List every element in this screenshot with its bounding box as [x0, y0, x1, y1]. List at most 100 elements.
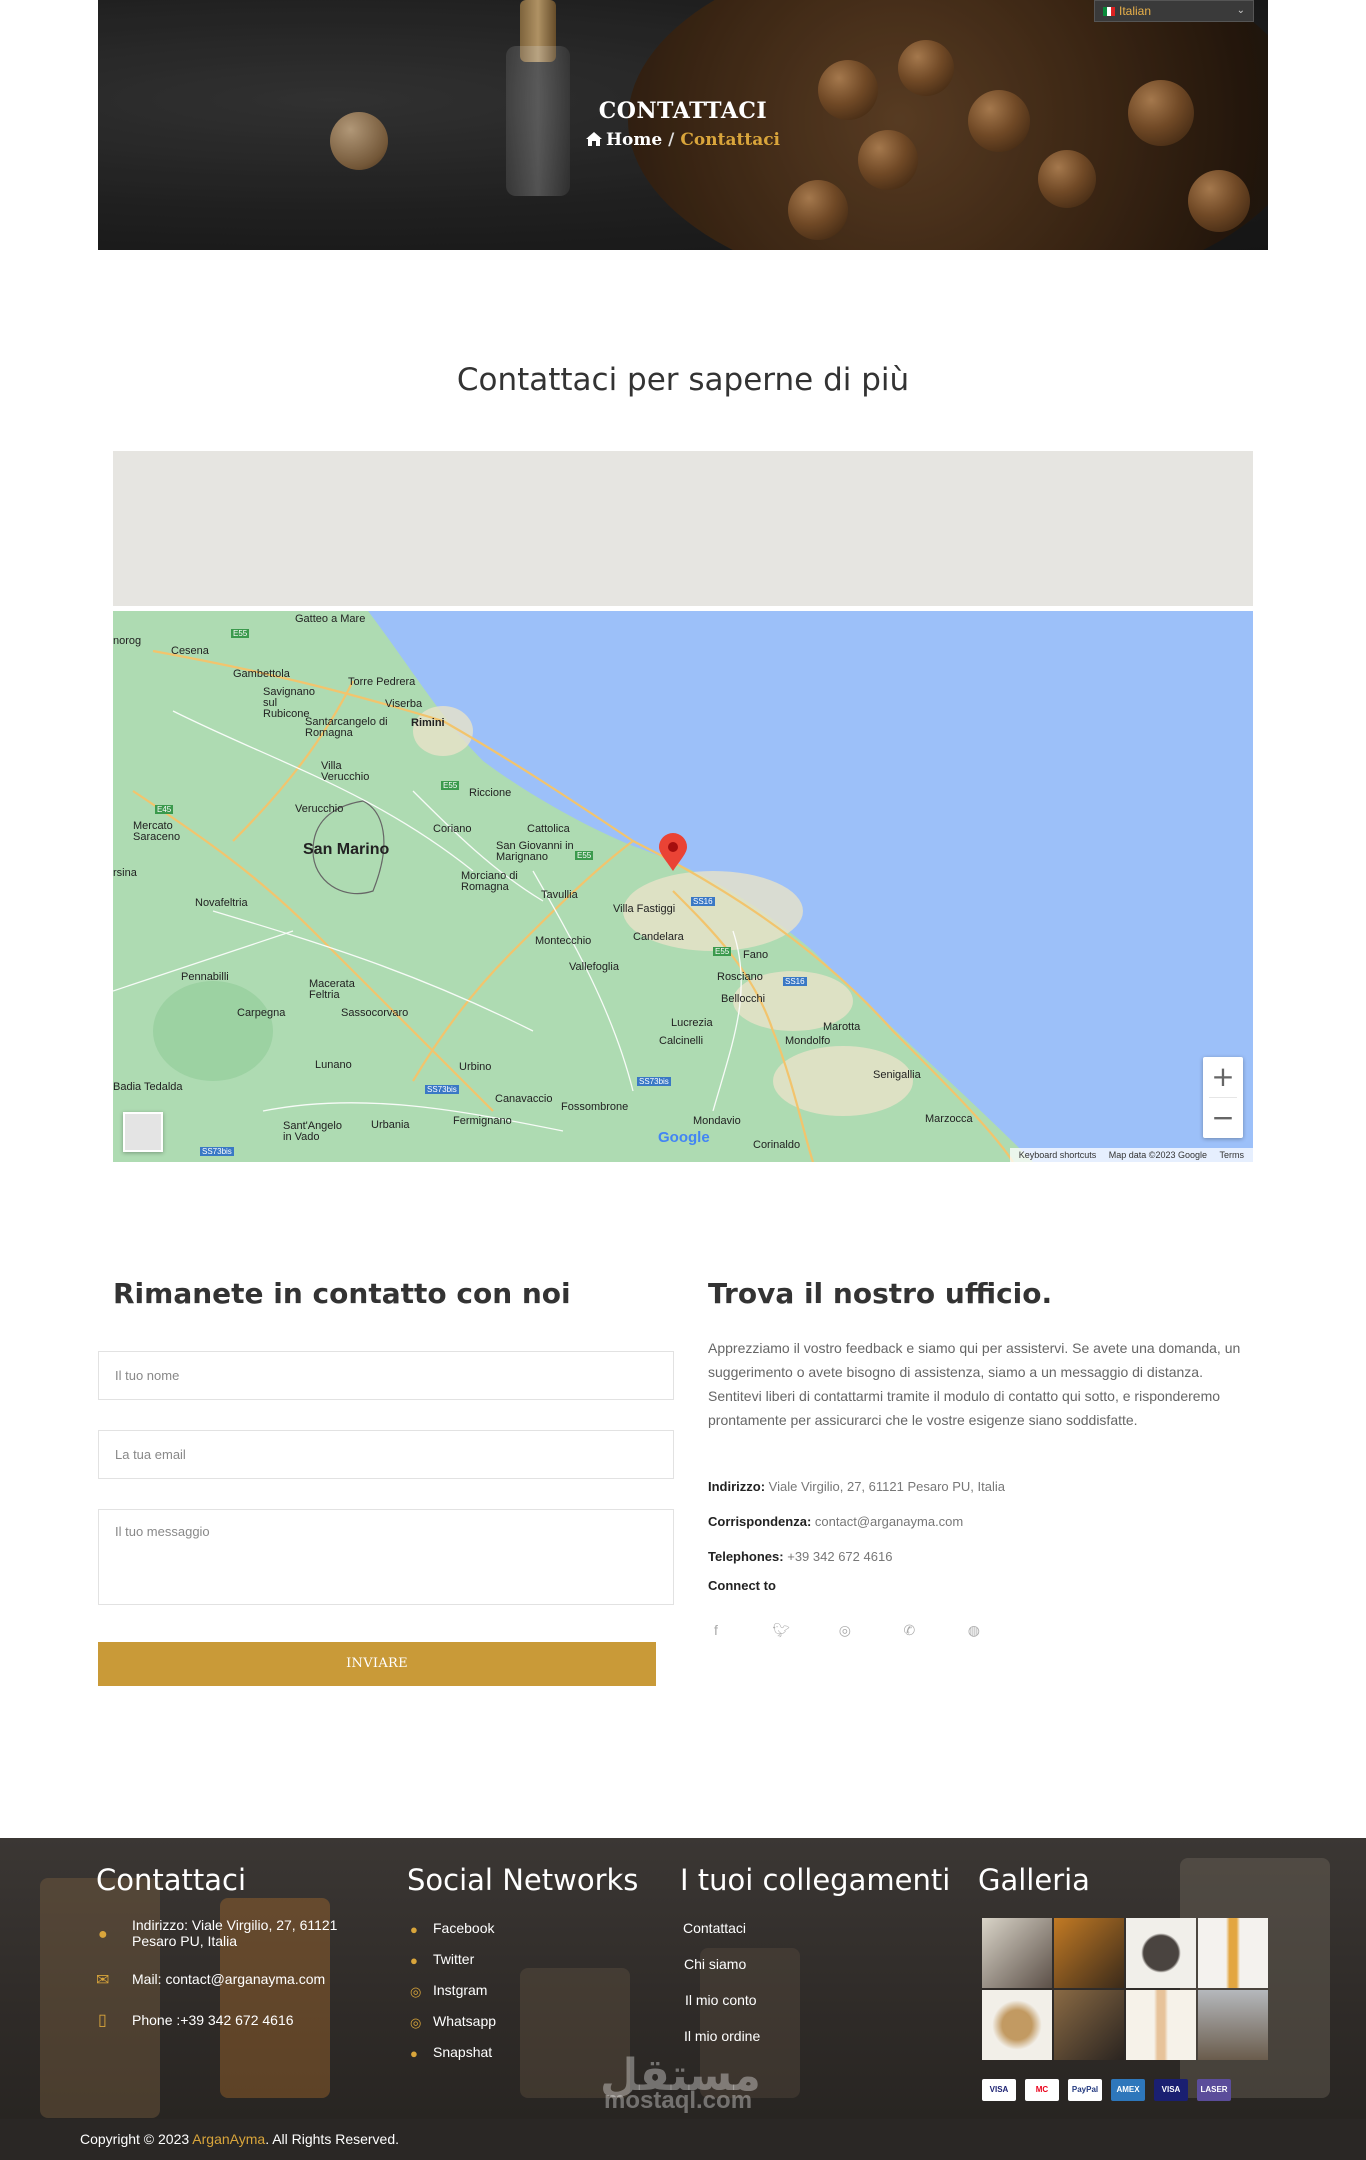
office-phone-label: Telephones:: [708, 1549, 784, 1564]
map-label: norog: [113, 635, 142, 647]
footer-link-contact[interactable]: Contattaci: [683, 1920, 746, 1936]
gallery-thumbnail[interactable]: [1126, 1918, 1196, 1988]
map-label: Marzocca: [925, 1113, 973, 1125]
name-input[interactable]: Il tuo nome: [98, 1351, 674, 1400]
footer-social-twitter[interactable]: Twitter: [433, 1951, 474, 1967]
message-textarea[interactable]: Il tuo messaggio: [98, 1509, 674, 1605]
map-label: Tavullia: [541, 889, 578, 901]
map-label: Cesena: [171, 645, 209, 657]
footer-link-account[interactable]: Il mio conto: [685, 1992, 757, 2008]
office-address: Indirizzo: Viale Virgilio, 27, 61121 Pes…: [708, 1479, 1005, 1494]
gallery-thumbnail[interactable]: [1054, 1918, 1124, 1988]
page-title: CONTATTACI: [598, 98, 768, 124]
map-label: Morciano di Romagna: [461, 870, 518, 893]
italy-flag-icon: [1103, 7, 1115, 16]
map-data-text: Map data ©2023 Google: [1108, 1150, 1207, 1160]
snapchat-icon: ●: [410, 2046, 418, 2061]
road-shield: E55: [575, 851, 594, 860]
facebook-icon[interactable]: f: [708, 1622, 724, 1638]
road-shield: SS73bis: [425, 1085, 459, 1094]
footer-social-instagram[interactable]: Instgram: [433, 1982, 487, 1998]
map-label: Lunano: [315, 1059, 352, 1071]
footer-link-orders[interactable]: Il mio ordine: [684, 2028, 760, 2044]
map-label: Carpegna: [237, 1007, 286, 1019]
site-footer: Contattaci ● Indirizzo: Viale Virgilio, …: [0, 1838, 1366, 2119]
breadcrumb-separator: /: [668, 130, 675, 150]
watermark-text: mostaql.com: [604, 2087, 753, 2114]
footer-social-whatsapp[interactable]: Whatsapp: [433, 2013, 496, 2029]
breadcrumb-home-link[interactable]: Home: [606, 130, 662, 150]
map-label: Rimini: [411, 717, 445, 729]
email-input[interactable]: La tua email: [98, 1430, 674, 1479]
map-label: Gatteo a Mare: [295, 613, 366, 625]
map-label: Villa Verucchio: [321, 760, 370, 783]
road-shield: E55: [231, 629, 250, 638]
map-label: Marotta: [823, 1021, 861, 1033]
gallery-thumbnail[interactable]: [1198, 1990, 1268, 2060]
snapchat-icon[interactable]: ◍: [966, 1622, 982, 1638]
footer-gallery-title: Galleria: [978, 1863, 1090, 1897]
map-label: Fermignano: [453, 1115, 512, 1127]
office-phone-value[interactable]: +39 342 672 4616: [787, 1549, 892, 1564]
send-button[interactable]: INVIARE: [98, 1642, 656, 1686]
twitter-icon[interactable]: 🐦︎: [772, 1622, 790, 1638]
footer-mail[interactable]: Mail: contact@arganayma.com: [132, 1971, 325, 1987]
office-description: Apprezziamo il vostro feedback e siamo q…: [708, 1340, 1241, 1428]
footer-gallery: [982, 1918, 1268, 2062]
section-heading: Contattaci per saperne di più: [456, 362, 910, 398]
map-label: Santarcangelo di Romagna: [305, 716, 388, 739]
footer-address-line1: Indirizzo: Viale Virgilio, 27, 61121: [132, 1917, 338, 1933]
map-label: Mondavio: [693, 1115, 741, 1127]
gallery-thumbnail[interactable]: [982, 1918, 1052, 1988]
map-type-toggle[interactable]: [123, 1112, 163, 1152]
visa-electron-icon: VISA: [1154, 2079, 1188, 2101]
office-title: Trova il nostro ufficio.: [708, 1277, 1053, 1310]
office-mail-value[interactable]: contact@arganayma.com: [815, 1514, 963, 1529]
breadcrumb-current: Contattaci: [680, 130, 781, 150]
zoom-in-button[interactable]: +: [1203, 1057, 1243, 1097]
chevron-down-icon: ⌄: [1236, 5, 1245, 16]
location-pin-icon: ●: [98, 1926, 108, 1943]
office-phone: Telephones: +39 342 672 4616: [708, 1549, 892, 1564]
road-shield: SS16: [691, 897, 715, 906]
map-label: Pennabilli: [181, 971, 229, 983]
copyright-prefix: Copyright © 2023: [80, 2131, 193, 2147]
footer-phone[interactable]: Phone :+39 342 672 4616: [132, 2012, 294, 2028]
footer-social-snapchat[interactable]: Snapshat: [433, 2044, 492, 2060]
gallery-thumbnail[interactable]: [1126, 1990, 1196, 2060]
gallery-thumbnail[interactable]: [1054, 1990, 1124, 2060]
keyboard-shortcuts-link[interactable]: Keyboard shortcuts: [1019, 1150, 1097, 1160]
footer-social-title: Social Networks: [407, 1863, 639, 1897]
gallery-thumbnail[interactable]: [982, 1990, 1052, 2060]
copyright-suffix: . All Rights Reserved.: [265, 2131, 400, 2147]
google-logo: Google: [658, 1129, 710, 1146]
map-label: Coriano: [433, 823, 472, 835]
office-mail-label: Corrispondenza:: [708, 1514, 812, 1529]
map-label: Vallefoglia: [569, 961, 619, 973]
footer-contact-title: Contattaci: [96, 1863, 247, 1897]
footer-address: Indirizzo: Viale Virgilio, 27, 61121 Pes…: [132, 1917, 337, 1949]
terms-link[interactable]: Terms: [1220, 1150, 1245, 1160]
visa-icon: VISA: [982, 2079, 1016, 2101]
zoom-out-button[interactable]: −: [1203, 1098, 1243, 1138]
google-map[interactable]: Gatteo a Mare norog Cesena Gambettola To…: [113, 611, 1253, 1162]
page-hero-banner: CONTATTACI Home / Contattaci Italian ⌄: [98, 0, 1268, 250]
map-attribution: Keyboard shortcuts Map data ©2023 Google…: [1009, 1148, 1253, 1162]
office-address-value: Viale Virgilio, 27, 61121 Pesaro PU, Ita…: [768, 1479, 1005, 1494]
road-shield: E55: [441, 781, 460, 790]
zoom-control: + −: [1203, 1057, 1243, 1138]
footer-social-facebook[interactable]: Facebook: [433, 1920, 494, 1936]
copyright-brand-link[interactable]: ArganAyma: [192, 2131, 265, 2147]
whatsapp-icon[interactable]: ✆: [901, 1622, 917, 1638]
language-selector[interactable]: Italian ⌄: [1094, 0, 1254, 22]
whatsapp-icon: ◎: [410, 2015, 422, 2030]
footer-link-about[interactable]: Chi siamo: [684, 1956, 746, 1972]
mastercard-icon: MC: [1025, 2079, 1059, 2101]
contact-form-title: Rimanete in contatto con noi: [113, 1277, 571, 1310]
map-label: Fossombrone: [561, 1101, 629, 1113]
map-label: Canavaccio: [495, 1093, 553, 1105]
social-links: f 🐦︎ ◎ ✆ ◍: [708, 1622, 1026, 1640]
instagram-icon[interactable]: ◎: [837, 1622, 853, 1638]
map-label: Macerata Feltria: [309, 978, 355, 1001]
gallery-thumbnail[interactable]: [1198, 1918, 1268, 1988]
